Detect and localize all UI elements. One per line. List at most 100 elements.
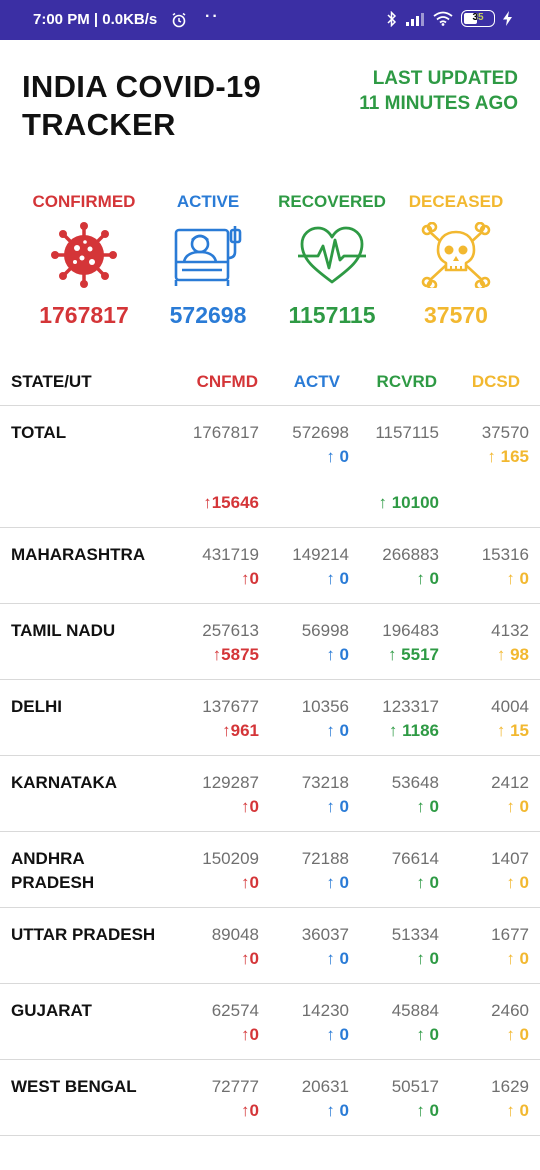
table-row[interactable]: DELHI 137677 ↑961 10356 ↑ 0 123317 ↑ 118… bbox=[0, 680, 540, 756]
last-updated-line2: 11 MINUTES AGO bbox=[359, 93, 518, 114]
confirmed-delta: ↑0 bbox=[241, 797, 259, 816]
confirmed-count: 150209 bbox=[202, 849, 259, 868]
active-cell: 14230 ↑ 0 bbox=[302, 999, 349, 1047]
table-row[interactable]: MAHARASHTRA 431719 ↑0 149214 ↑ 0 266883 … bbox=[0, 528, 540, 604]
recovered-count: 53648 bbox=[391, 773, 439, 792]
active-cell: 72188 ↑ 0 bbox=[302, 847, 349, 895]
confirmed-cell: 72777 ↑0 bbox=[212, 1075, 259, 1123]
deceased-delta: ↑ 15 bbox=[496, 721, 529, 740]
battery-level: 35 bbox=[472, 12, 484, 23]
deceased-delta: ↑ 0 bbox=[506, 873, 529, 892]
active-delta: ↑ 0 bbox=[326, 1101, 349, 1120]
active-cell: 73218 ↑ 0 bbox=[302, 771, 349, 819]
active-count: 36037 bbox=[301, 925, 349, 944]
recovered-delta: ↑ 0 bbox=[416, 873, 439, 892]
active-delta: ↑ 0 bbox=[326, 569, 349, 588]
active-card: ACTIVE 572698 bbox=[143, 192, 273, 329]
active-count: 572698 bbox=[292, 423, 349, 442]
patient-bed-icon bbox=[174, 226, 242, 286]
confirmed-delta: ↑0 bbox=[241, 873, 259, 892]
confirmed-count: 257613 bbox=[202, 621, 259, 640]
active-cell: 56998 ↑ 0 bbox=[302, 619, 349, 667]
alarm-icon bbox=[172, 12, 186, 28]
recovered-cell: 51334 ↑ 0 bbox=[392, 923, 439, 971]
table-row[interactable]: TAMIL NADU 257613 ↑5875 56998 ↑ 0 196483… bbox=[0, 604, 540, 680]
deceased-cell: 15316 ↑ 0 bbox=[482, 543, 529, 591]
page-title: INDIA COVID-19 TRACKER bbox=[22, 68, 261, 144]
state-name: TOTAL bbox=[11, 423, 67, 442]
recovered-cell: 1157115 bbox=[369, 421, 439, 445]
last-updated: LAST UPDATED 11 MINUTES AGO bbox=[359, 66, 518, 116]
deceased-value: 37570 bbox=[424, 302, 488, 328]
state-name-line1: ANDHRA bbox=[11, 849, 85, 868]
recovered-count: 51334 bbox=[391, 925, 439, 944]
column-deceased[interactable]: DCSD bbox=[472, 372, 520, 392]
confirmed-label: CONFIRMED bbox=[32, 192, 136, 211]
state-name: WEST BENGAL bbox=[11, 1077, 137, 1096]
deceased-delta: ↑ 0 bbox=[506, 1101, 529, 1120]
confirmed-delta: ↑0 bbox=[241, 949, 259, 968]
active-count: 20631 bbox=[301, 1077, 349, 1096]
more-notifications-icon: ·· bbox=[205, 8, 220, 25]
table-row[interactable]: UTTAR PRADESH 89048 ↑0 36037 ↑ 0 51334 ↑… bbox=[0, 908, 540, 984]
state-name: DELHI bbox=[11, 697, 62, 716]
deceased-cell: 1629 ↑ 0 bbox=[491, 1075, 529, 1123]
deceased-count: 2460 bbox=[491, 1001, 529, 1020]
active-delta: ↑ 0 bbox=[326, 645, 349, 664]
recovered-count: 266883 bbox=[382, 545, 439, 564]
confirmed-delta: ↑961 bbox=[222, 721, 259, 740]
recovered-cell: 196483 ↑ 5517 bbox=[382, 619, 439, 667]
recovered-cell: 50517 ↑ 0 bbox=[392, 1075, 439, 1123]
confirmed-count: 72777 bbox=[211, 1077, 259, 1096]
active-delta: ↑ 0 bbox=[326, 447, 349, 466]
confirmed-count: 137677 bbox=[202, 697, 259, 716]
deceased-cell: 1407 ↑ 0 bbox=[491, 847, 529, 895]
confirmed-cell: 137677 ↑961 bbox=[202, 695, 259, 743]
deceased-delta: ↑ 0 bbox=[506, 1025, 529, 1044]
confirmed-value: 1767817 bbox=[39, 302, 129, 328]
deceased-count: 37570 bbox=[481, 423, 529, 442]
recovered-delta: ↑ 0 bbox=[416, 949, 439, 968]
table-row[interactable]: ANDHRA PRADESH 150209 ↑0 72188 ↑ 0 76614… bbox=[0, 832, 540, 908]
signal-icon bbox=[406, 12, 424, 26]
active-cell: 20631 ↑ 0 bbox=[302, 1075, 349, 1123]
active-delta: ↑ 0 bbox=[326, 797, 349, 816]
table-row[interactable]: TOTAL 1767817 ↑15646 572698 ↑ 0 1157115 … bbox=[0, 406, 540, 528]
table-row[interactable]: KARNATAKA 129287 ↑0 73218 ↑ 0 53648 ↑ 0 … bbox=[0, 756, 540, 832]
active-value: 572698 bbox=[169, 302, 247, 328]
active-count: 56998 bbox=[301, 621, 349, 640]
state-name: KARNATAKA bbox=[11, 773, 118, 792]
battery-icon: 35 bbox=[461, 10, 495, 27]
confirmed-cell: 129287 ↑0 bbox=[202, 771, 259, 819]
recovered-delta: ↑ 0 bbox=[416, 1101, 439, 1120]
confirmed-count: 89048 bbox=[211, 925, 259, 944]
state-name: ANDHRA PRADESH bbox=[11, 847, 181, 895]
heartbeat-icon bbox=[298, 226, 366, 284]
active-count: 73218 bbox=[301, 773, 349, 792]
state-name: UTTAR PRADESH bbox=[11, 925, 156, 944]
confirmed-delta: ↑5875 bbox=[212, 645, 259, 664]
last-updated-line1: LAST UPDATED bbox=[372, 68, 518, 89]
table-row[interactable]: GUJARAT 62574 ↑0 14230 ↑ 0 45884 ↑ 0 246… bbox=[0, 984, 540, 1060]
column-state[interactable]: STATE/UT bbox=[11, 372, 92, 392]
table-header: STATE/UT CNFMD ACTV RCVRD DCSD bbox=[0, 358, 540, 406]
confirmed-delta: ↑0 bbox=[241, 1025, 259, 1044]
active-delta: ↑ 0 bbox=[326, 949, 349, 968]
active-delta: ↑ 0 bbox=[326, 721, 349, 740]
confirmed-count: 1767817 bbox=[192, 423, 259, 442]
active-count: 149214 bbox=[292, 545, 349, 564]
confirmed-cell: 431719 ↑0 bbox=[202, 543, 259, 591]
deceased-delta: ↑ 0 bbox=[506, 569, 529, 588]
column-confirmed[interactable]: CNFMD bbox=[197, 372, 258, 392]
deceased-count: 4132 bbox=[491, 621, 529, 640]
deceased-count: 1407 bbox=[491, 849, 529, 868]
table-row[interactable]: WEST BENGAL 72777 ↑0 20631 ↑ 0 50517 ↑ 0… bbox=[0, 1060, 540, 1136]
recovered-delta: ↑ 0 bbox=[416, 797, 439, 816]
charging-icon bbox=[503, 11, 512, 26]
confirmed-delta: ↑15646 bbox=[203, 493, 259, 512]
state-table: TOTAL 1767817 ↑15646 572698 ↑ 0 1157115 … bbox=[0, 406, 540, 1136]
confirmed-delta: ↑0 bbox=[241, 1101, 259, 1120]
recovered-count: 1157115 bbox=[375, 423, 439, 442]
column-active[interactable]: ACTV bbox=[294, 372, 340, 392]
column-recovered[interactable]: RCVRD bbox=[377, 372, 437, 392]
